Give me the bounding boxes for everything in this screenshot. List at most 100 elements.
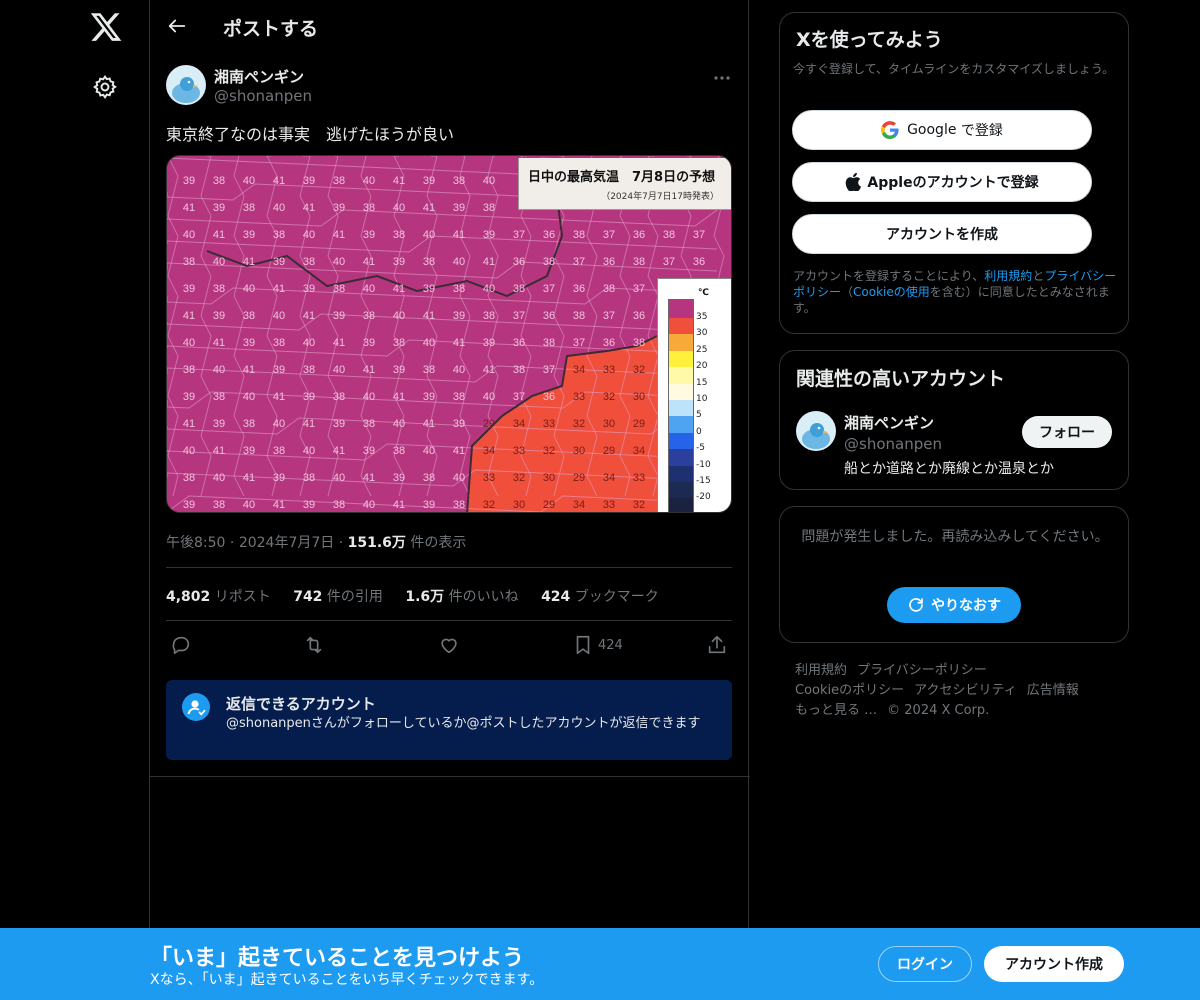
- apple-icon: [846, 173, 862, 191]
- map-cell-value: 33: [603, 499, 615, 511]
- map-cell-value: 38: [273, 229, 285, 241]
- google-button-suffix: で登録: [960, 123, 1003, 139]
- map-cell-value: 41: [243, 256, 255, 268]
- map-cell-value: 37: [603, 229, 615, 241]
- map-cell-value: 37: [603, 310, 615, 322]
- map-cell-value: 39: [273, 472, 285, 484]
- map-cell-value: 33: [603, 364, 615, 376]
- map-cell-value: 34: [573, 364, 585, 376]
- map-cell-value: 40: [363, 391, 375, 403]
- map-cell-value: 38: [393, 229, 405, 241]
- post-image-temperature-map[interactable]: 39 38 40 41 39 38 40 41 39 38 40 41 39 38 40 41 39 38 40 41…: [166, 155, 732, 513]
- map-cell-value: 39: [483, 337, 495, 349]
- map-cell-value: 38: [213, 175, 225, 187]
- footer-link-more[interactable]: もっと見る …: [795, 703, 877, 718]
- map-cell-value: 38: [483, 310, 495, 322]
- post-meta: 午後8:50 · 2024年7月7日 · 151.6万 件の表示: [166, 532, 466, 552]
- create-account-button[interactable]: アカウントを作成: [792, 214, 1092, 254]
- account-handle[interactable]: @shonanpen: [844, 435, 942, 453]
- signup-button[interactable]: アカウント作成: [984, 946, 1124, 982]
- map-cell-value: 41: [183, 418, 195, 430]
- map-cell-value: 39: [273, 256, 285, 268]
- author-handle[interactable]: @shonanpen: [214, 87, 312, 105]
- map-cell-value: 39: [393, 472, 405, 484]
- follow-button[interactable]: フォロー: [1022, 416, 1112, 448]
- error-message: 問題が発生しました。再読み込みしてください。: [801, 529, 1109, 545]
- post-date[interactable]: 2024年7月7日: [239, 535, 334, 551]
- map-cell-value: 38: [303, 256, 315, 268]
- footer-link-accessibility[interactable]: アクセシビリティ: [914, 683, 1017, 698]
- footer-link-terms[interactable]: 利用規約: [795, 663, 847, 678]
- share-button[interactable]: [706, 634, 728, 656]
- map-cell-value: 40: [423, 229, 435, 241]
- map-cell-value: 40: [453, 472, 465, 484]
- related-accounts-card: 関連性の高いアカウント 湘南ペンギン @shonanpen 船とか道路とか廃線と…: [779, 350, 1129, 490]
- footer-link-privacy[interactable]: プライバシーポリシー: [857, 663, 987, 678]
- account-name[interactable]: 湘南ペンギン: [844, 412, 934, 433]
- terms-link[interactable]: 利用規約: [984, 269, 1032, 283]
- gear-icon[interactable]: [92, 74, 118, 100]
- footer-link-cookie[interactable]: Cookieのポリシー: [795, 683, 904, 698]
- stat-reposts[interactable]: 4,802 リポスト: [166, 586, 271, 606]
- footer-copyright: © 2024 X Corp.: [887, 703, 990, 718]
- map-cell-value: 40: [273, 418, 285, 430]
- avatar[interactable]: [796, 411, 836, 451]
- repost-button[interactable]: [303, 634, 325, 656]
- views-count: 151.6万: [347, 535, 406, 551]
- cookie-link[interactable]: Cookieの使用: [853, 285, 930, 299]
- legend-swatch: [669, 367, 693, 384]
- map-cell-value: 38: [213, 283, 225, 295]
- map-cell-value: 38: [303, 364, 315, 376]
- map-cell-value: 33: [573, 391, 585, 403]
- map-cell-value: 39: [423, 499, 435, 511]
- post-stats: 4,802 リポスト 742 件の引用 1.6万 件のいいね 424 ブックマー…: [166, 586, 677, 606]
- retry-button[interactable]: やりなおす: [887, 587, 1021, 623]
- map-cell-value: 39: [333, 418, 345, 430]
- map-cell-value: 36: [543, 229, 555, 241]
- login-button[interactable]: ログイン: [878, 946, 972, 982]
- map-cell-value: 39: [453, 310, 465, 322]
- repost-icon: [306, 636, 322, 654]
- map-cell-value: 40: [483, 175, 495, 187]
- map-cell-value: 41: [333, 445, 345, 457]
- map-cell-value: 41: [363, 256, 375, 268]
- map-cell-value: 41: [273, 283, 285, 295]
- map-cell-value: 39: [303, 391, 315, 403]
- author-name[interactable]: 湘南ペンギン: [214, 66, 304, 87]
- map-cell-value: 40: [243, 175, 255, 187]
- bookmark-count: 424: [598, 637, 623, 653]
- avatar[interactable]: [166, 65, 206, 105]
- map-cell-value: 38: [543, 337, 555, 349]
- bookmark-button[interactable]: 424: [572, 634, 623, 656]
- x-logo-icon[interactable]: [89, 10, 123, 44]
- map-cell-value: 38: [273, 445, 285, 457]
- map-cell-value: 40: [483, 391, 495, 403]
- map-cell-value: 41: [213, 337, 225, 349]
- share-icon: [708, 635, 726, 654]
- signup-legal: アカウントを登録することにより、利用規約とプライバシーポリシー（Cookieの使…: [793, 269, 1117, 315]
- back-arrow-icon[interactable]: [166, 15, 188, 37]
- google-signup-button[interactable]: Google で登録: [792, 110, 1092, 150]
- legend-swatch: [669, 399, 693, 417]
- map-cell-value: 36: [603, 337, 615, 349]
- like-button[interactable]: [438, 634, 460, 656]
- map-cell-value: 38: [273, 337, 285, 349]
- map-cell-value: 38: [423, 256, 435, 268]
- apple-signup-button[interactable]: Appleのアカウントで登録: [792, 162, 1092, 202]
- map-cell-value: 39: [273, 364, 285, 376]
- map-cell-value: 38: [573, 310, 585, 322]
- map-cell-value: 38: [183, 472, 195, 484]
- map-cell-value: 30: [633, 391, 645, 403]
- map-cell-value: 40: [363, 283, 375, 295]
- map-cell-value: 36: [633, 229, 645, 241]
- post-time[interactable]: 午後8:50: [166, 535, 225, 551]
- create-account-label: アカウントを作成: [886, 227, 998, 243]
- related-card-title: 関連性の高いアカウント: [796, 368, 1006, 390]
- stat-likes[interactable]: 1.6万 件のいいね: [405, 586, 518, 606]
- stat-bookmarks[interactable]: 424 ブックマーク: [541, 586, 659, 606]
- footer-link-ads[interactable]: 広告情報: [1027, 683, 1079, 698]
- reply-button[interactable]: [170, 634, 192, 656]
- stat-quotes[interactable]: 742 件の引用: [293, 586, 383, 606]
- more-icon[interactable]: [712, 68, 732, 88]
- map-cell-value: 33: [633, 472, 645, 484]
